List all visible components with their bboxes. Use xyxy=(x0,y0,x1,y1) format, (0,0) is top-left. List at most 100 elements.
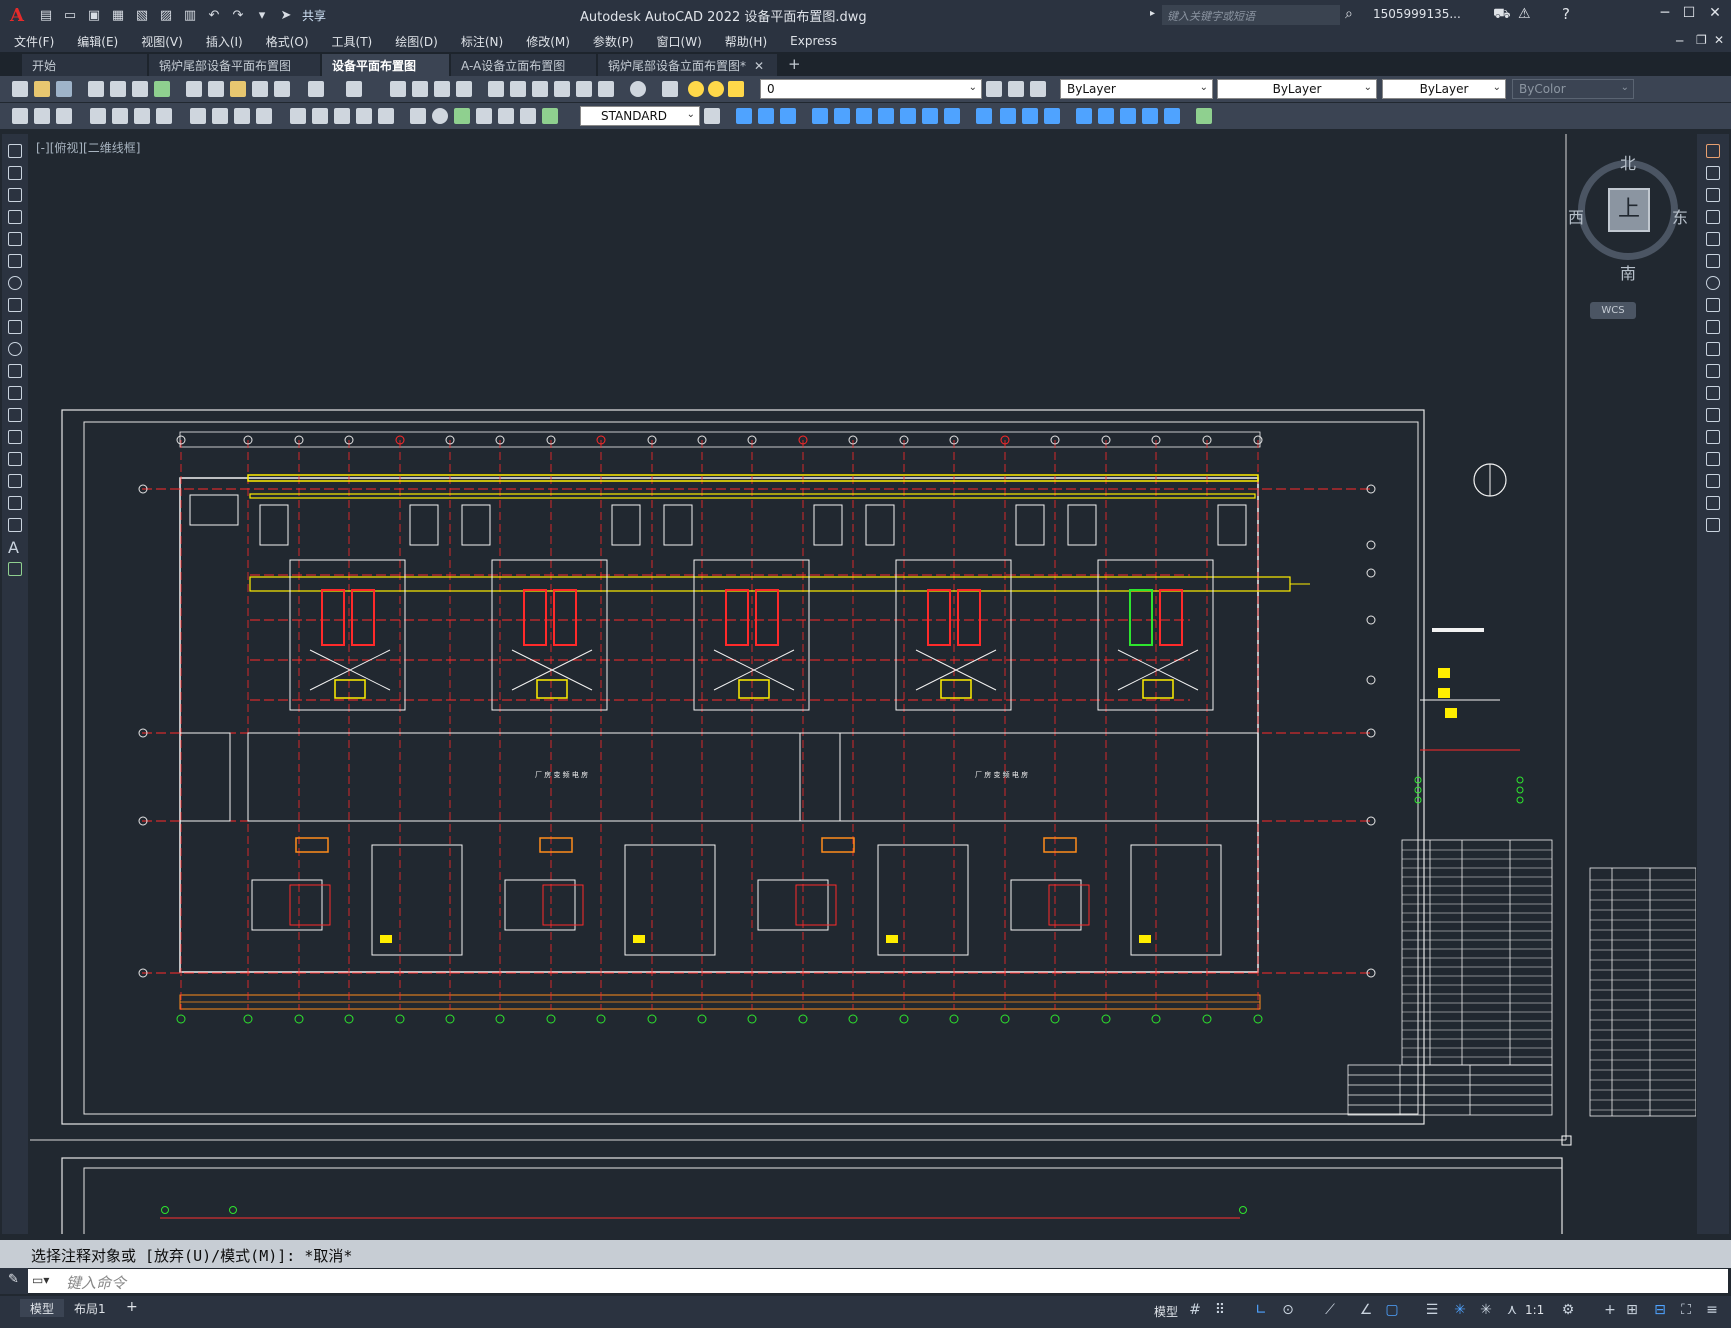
polygon-icon[interactable] xyxy=(8,210,22,224)
tool-icon[interactable] xyxy=(1196,108,1212,124)
tab-aa-elevation[interactable]: A-A设备立面布置图*✕ xyxy=(451,54,597,88)
model-space-toggle[interactable]: 模型 xyxy=(1154,1303,1178,1320)
ortho-icon[interactable]: ∟ xyxy=(1253,1302,1269,1318)
compass-north[interactable]: 北 xyxy=(1620,150,1636,174)
tool-icon[interactable] xyxy=(1022,108,1038,124)
design-center-icon[interactable] xyxy=(510,81,526,97)
calculator-icon[interactable] xyxy=(598,81,614,97)
autodesk-app-icon[interactable]: ⚠ xyxy=(1518,6,1531,22)
layer-dropdown[interactable]: 0 ⌄ xyxy=(760,79,982,99)
doc-close-icon[interactable]: ✕ xyxy=(1714,33,1724,47)
arc-icon[interactable] xyxy=(8,254,22,268)
properties-icon[interactable] xyxy=(488,81,504,97)
annotation-monitor-icon[interactable]: + xyxy=(1602,1302,1618,1318)
tab-start[interactable]: 开始 xyxy=(22,54,148,76)
auto-scale-icon[interactable]: ✳ xyxy=(1478,1302,1494,1318)
fillet-icon[interactable] xyxy=(1706,474,1720,488)
block-editor-icon[interactable] xyxy=(274,81,290,97)
dim-style-icon[interactable] xyxy=(704,108,720,124)
customization-menu-icon[interactable]: ≡ xyxy=(1704,1302,1720,1318)
compass-east[interactable]: 东 xyxy=(1672,204,1688,228)
gradient-icon[interactable] xyxy=(8,474,22,488)
dim-update-icon[interactable] xyxy=(542,108,558,124)
compass-west[interactable]: 西 xyxy=(1568,204,1584,228)
jogged-linear-icon[interactable] xyxy=(476,108,492,124)
array-icon[interactable] xyxy=(1706,232,1720,246)
dimstyle-dropdown[interactable]: STANDARD ⌄ xyxy=(580,106,700,126)
save-icon[interactable] xyxy=(56,81,72,97)
cart-icon[interactable]: ⛟ xyxy=(1493,6,1511,24)
zoom-realtime-icon[interactable] xyxy=(412,81,428,97)
layer-previous-icon[interactable] xyxy=(1008,81,1024,97)
tool-palettes-icon[interactable] xyxy=(532,81,548,97)
undo-icon[interactable] xyxy=(308,81,324,97)
tool-icon[interactable] xyxy=(976,108,992,124)
insert-block-icon[interactable] xyxy=(8,386,22,400)
tab-model[interactable]: 模型 xyxy=(20,1299,65,1317)
tool-icon[interactable] xyxy=(812,108,828,124)
tool-icon[interactable] xyxy=(736,108,752,124)
redo-icon[interactable] xyxy=(346,81,362,97)
tab-boiler-tail-elevation[interactable]: 锅炉尾部设备立面布置图* ✕ xyxy=(598,54,778,76)
plot-icon[interactable] xyxy=(88,81,104,97)
layer-state-icon[interactable] xyxy=(1030,81,1046,97)
lineweight-icon[interactable]: ☰ xyxy=(1424,1302,1440,1318)
new-file-icon[interactable]: ▤ xyxy=(37,6,55,24)
lineweight-dropdown[interactable]: ByLayer ⌄ xyxy=(1382,79,1506,99)
ellipse-icon[interactable] xyxy=(8,342,22,356)
minimize-icon[interactable]: ─ xyxy=(1654,5,1676,25)
units-icon[interactable]: ⊞ xyxy=(1624,1302,1640,1318)
layer-freeze-icon[interactable] xyxy=(708,81,724,97)
mtext-icon[interactable]: A xyxy=(8,538,19,557)
break-icon[interactable] xyxy=(378,108,394,124)
trim-icon[interactable] xyxy=(1706,342,1720,356)
cut-icon[interactable] xyxy=(186,81,202,97)
3d-print-icon[interactable] xyxy=(154,81,170,97)
tool-icon[interactable] xyxy=(56,108,72,124)
tolerance-icon[interactable] xyxy=(410,108,426,124)
drawing-canvas[interactable]: 厂 房 变 频 电 房 厂 房 变 频 电 房 xyxy=(30,134,1696,1234)
region-icon[interactable] xyxy=(8,496,22,510)
menu-window[interactable]: 窗口(W) xyxy=(657,33,702,50)
rotate-icon[interactable] xyxy=(1706,276,1720,290)
tool-icon[interactable] xyxy=(758,108,774,124)
make-current-layer-icon[interactable] xyxy=(986,81,1002,97)
snap-icon[interactable]: ⠿ xyxy=(1212,1302,1228,1318)
tool-icon[interactable] xyxy=(944,108,960,124)
arc-length-icon[interactable] xyxy=(134,108,150,124)
break-icon[interactable] xyxy=(1706,408,1720,422)
plotstyle-dropdown[interactable]: ByColor ⌄ xyxy=(1512,79,1634,99)
tool-icon[interactable] xyxy=(1098,108,1114,124)
dim-edit-icon[interactable] xyxy=(498,108,514,124)
layer-properties-icon[interactable] xyxy=(662,81,678,97)
plot-icon[interactable]: ▥ xyxy=(181,6,199,24)
make-block-icon[interactable] xyxy=(8,408,22,422)
grid-icon[interactable]: # xyxy=(1187,1302,1203,1318)
tab-boiler-tail-plan[interactable]: 锅炉尾部设备平面布置图 xyxy=(149,54,321,76)
menu-parametric[interactable]: 参数(P) xyxy=(593,33,634,50)
tab-equipment-plan[interactable]: 设备平面布置图*✕ xyxy=(322,54,450,88)
layer-lock-icon[interactable] xyxy=(728,81,744,97)
menu-dimension[interactable]: 标注(N) xyxy=(461,33,503,50)
polar-icon[interactable]: ⊙ xyxy=(1280,1302,1296,1318)
tool-icon[interactable] xyxy=(1044,108,1060,124)
layer-on-icon[interactable] xyxy=(688,81,704,97)
add-selected-icon[interactable] xyxy=(8,562,22,576)
explode-icon[interactable] xyxy=(1706,518,1720,532)
annotation-scale[interactable]: 1:1 xyxy=(1525,1303,1544,1317)
search-expand-icon[interactable]: ▸ xyxy=(1150,8,1155,19)
save-as-icon[interactable]: ▦ xyxy=(109,6,127,24)
radius-icon[interactable] xyxy=(190,108,206,124)
command-input[interactable]: ▭▾ 键入命令 xyxy=(28,1269,1728,1293)
isodraft-icon[interactable]: ⟋ xyxy=(1322,1302,1338,1318)
customize-wrench-icon[interactable]: ✎ xyxy=(8,1272,19,1287)
new-tab-icon[interactable]: + xyxy=(788,55,801,73)
autocad-logo-icon[interactable]: A xyxy=(0,0,34,30)
tool-icon[interactable] xyxy=(1000,108,1016,124)
dynamic-ucs-icon[interactable]: ∠ xyxy=(1358,1302,1374,1318)
annotation-scale-icon[interactable]: ⋏ xyxy=(1504,1302,1520,1318)
circle-icon[interactable] xyxy=(8,276,22,290)
user-account[interactable]: 1505999135... xyxy=(1373,7,1461,21)
zoom-previous-icon[interactable] xyxy=(456,81,472,97)
tool-icon[interactable] xyxy=(1076,108,1092,124)
